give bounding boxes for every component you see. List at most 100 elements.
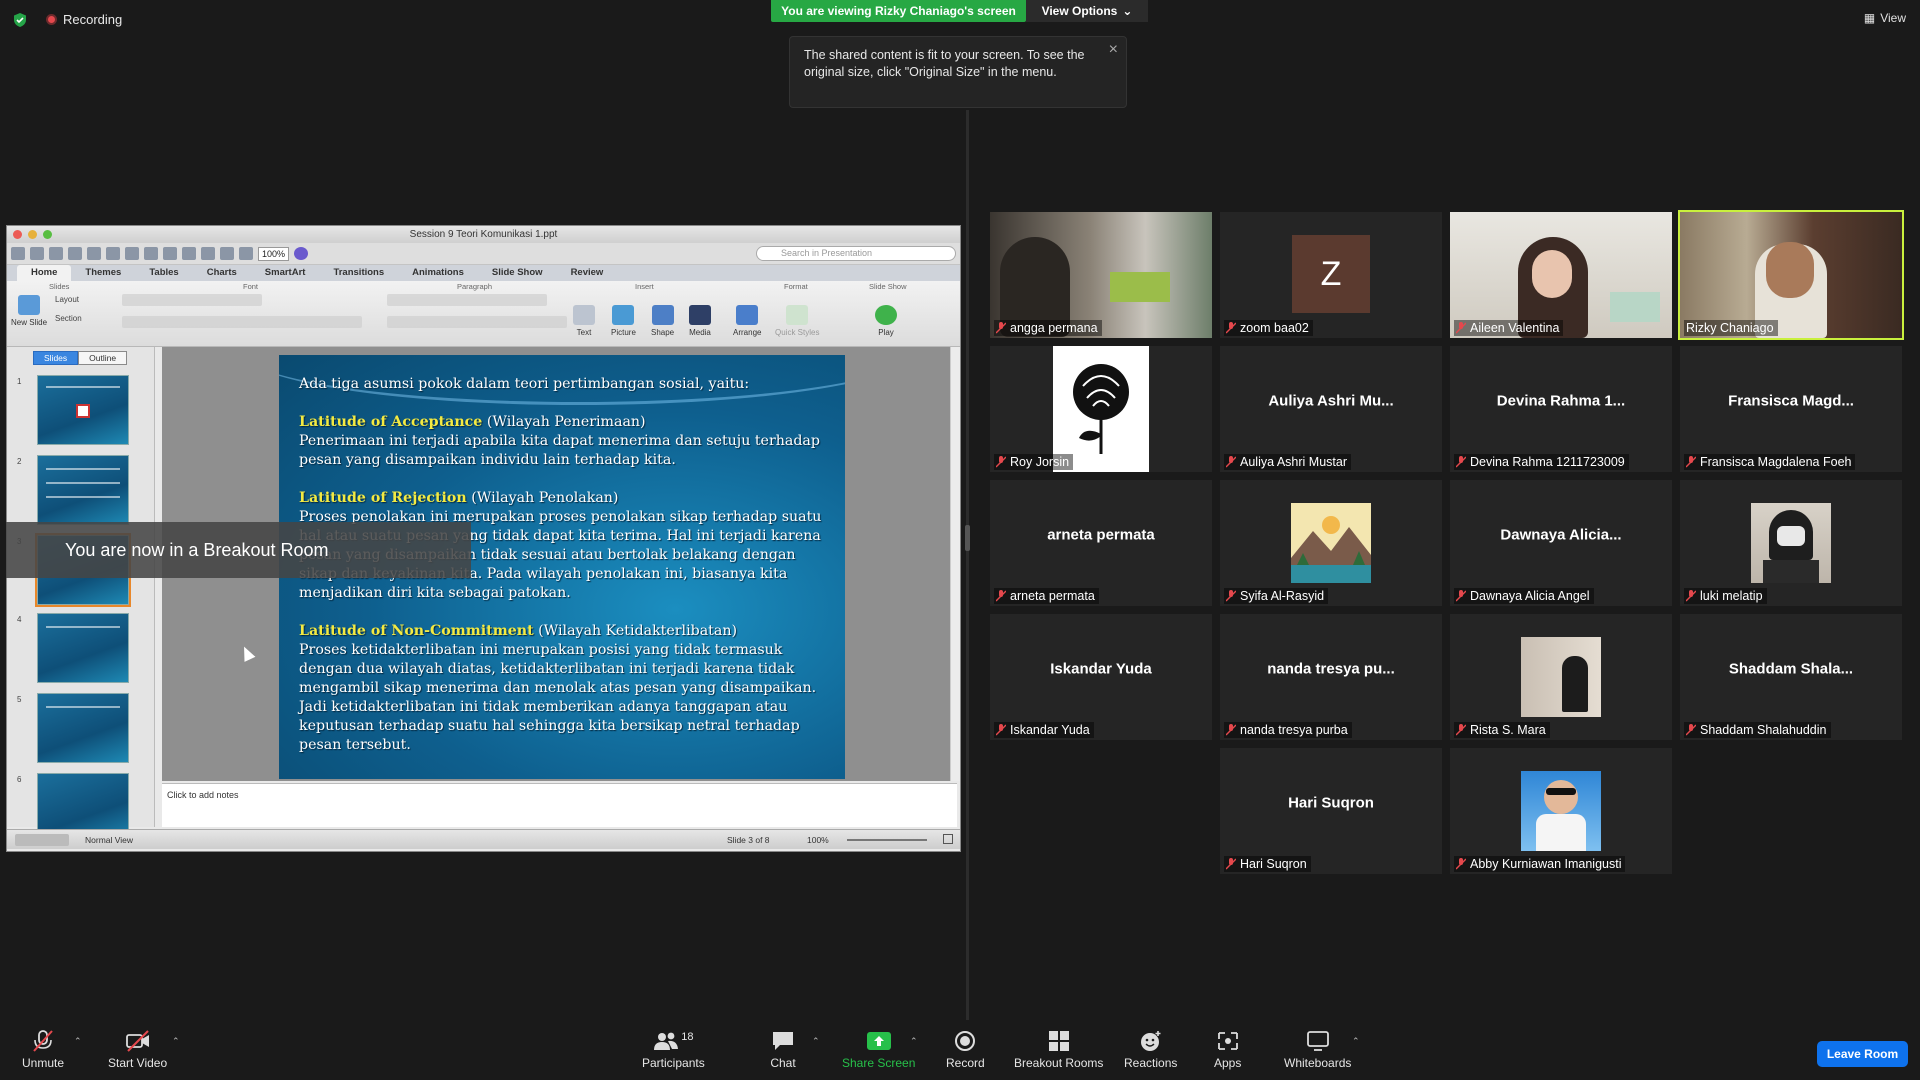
save-icon[interactable] [68, 247, 82, 260]
font-family-select[interactable] [122, 294, 262, 306]
format-painter-icon[interactable] [163, 247, 177, 260]
zoom-slider[interactable] [847, 839, 927, 841]
share-screen-button[interactable]: Share Screen [842, 1030, 915, 1070]
search-in-presentation-input[interactable]: Search in Presentation [756, 246, 956, 261]
paragraph-list-buttons[interactable] [387, 294, 547, 306]
paragraph-align-buttons[interactable] [387, 316, 567, 328]
gallery-icon[interactable] [30, 247, 44, 260]
slide-thumbnail[interactable] [37, 693, 129, 763]
view-options-button[interactable]: View Options ⌄ [1026, 0, 1148, 22]
security-shield-icon[interactable] [12, 12, 28, 28]
paste-icon[interactable] [144, 247, 158, 260]
participant-tile[interactable]: Dawnaya Alicia... Dawnaya Alicia Angel [1450, 480, 1672, 606]
participant-tile[interactable]: angga permana [990, 212, 1212, 338]
chat-options-caret-icon[interactable]: ⌃ [812, 1036, 820, 1047]
insert-picture-button[interactable]: Picture [611, 305, 636, 337]
chat-label: Chat [770, 1056, 796, 1070]
copy-icon[interactable] [125, 247, 139, 260]
insert-text-button[interactable]: Text [573, 305, 595, 337]
quick-styles-button[interactable]: Quick Styles [775, 305, 819, 337]
print-icon[interactable] [87, 247, 101, 260]
participant-tile-active-speaker[interactable]: Rizky Chaniago [1678, 210, 1904, 340]
tab-slide-show[interactable]: Slide Show [478, 265, 557, 281]
share-options-caret-icon[interactable]: ⌃ [910, 1036, 918, 1047]
insert-shape-button[interactable]: Shape [651, 305, 674, 337]
zoom-select[interactable]: 100% [258, 246, 290, 261]
participant-name-label: angga permana [994, 320, 1102, 336]
tab-tables[interactable]: Tables [135, 265, 192, 281]
pane-tab-outline[interactable]: Outline [78, 351, 128, 365]
fit-window-icon[interactable] [943, 834, 953, 844]
split-divider[interactable] [966, 110, 969, 1030]
tab-transitions[interactable]: Transitions [319, 265, 398, 281]
chat-button[interactable]: Chat [770, 1030, 796, 1070]
media-browser-icon[interactable] [239, 247, 253, 260]
tab-smartart[interactable]: SmartArt [251, 265, 320, 281]
whiteboards-button[interactable]: Whiteboards [1284, 1030, 1351, 1070]
new-slide-button[interactable]: New Slide [11, 295, 47, 327]
font-formatting-buttons[interactable] [122, 316, 362, 328]
layout-button[interactable]: Layout [55, 295, 79, 304]
tab-review[interactable]: Review [557, 265, 618, 281]
slide-thumbnail[interactable] [37, 613, 129, 683]
participant-tile[interactable]: Abby Kurniawan Imanigusti [1450, 748, 1672, 874]
apps-button[interactable]: Apps [1214, 1030, 1241, 1070]
open-icon[interactable] [49, 247, 63, 260]
record-button[interactable]: Record [946, 1030, 985, 1070]
participants-button[interactable]: 18 Participants [642, 1030, 705, 1070]
slide-scrollbar[interactable] [950, 347, 960, 781]
chevron-down-icon: ⌄ [1122, 4, 1133, 18]
participant-tile[interactable]: luki melatip [1680, 480, 1902, 606]
new-icon[interactable] [11, 247, 25, 260]
participant-tile[interactable]: Iskandar Yuda Iskandar Yuda [990, 614, 1212, 740]
participant-tile[interactable]: Devina Rahma 1... Devina Rahma 121172300… [1450, 346, 1672, 472]
redo-icon[interactable] [201, 247, 215, 260]
whiteboard-options-caret-icon[interactable]: ⌃ [1352, 1036, 1360, 1047]
divider-drag-handle[interactable] [965, 525, 970, 551]
cut-icon[interactable] [106, 247, 120, 260]
audio-options-caret-icon[interactable]: ⌃ [74, 1036, 82, 1047]
tab-charts[interactable]: Charts [193, 265, 251, 281]
sidebar-icon[interactable] [220, 247, 234, 260]
tab-animations[interactable]: Animations [398, 265, 478, 281]
reactions-button[interactable]: Reactions [1124, 1030, 1177, 1070]
play-button[interactable]: Play [875, 305, 897, 337]
participant-tile[interactable]: Z zoom baa02 [1220, 212, 1442, 338]
participant-name: luki melatip [1700, 589, 1763, 603]
view-switcher-buttons[interactable] [15, 834, 69, 846]
participant-tile[interactable]: Shaddam Shala... Shaddam Shalahuddin [1680, 614, 1902, 740]
section-button[interactable]: Section [55, 314, 82, 323]
recording-indicator[interactable]: Recording [46, 12, 122, 27]
sunglasses-icon [1546, 788, 1576, 795]
breakout-rooms-button[interactable]: Breakout Rooms [1014, 1030, 1103, 1070]
slide-thumbnail[interactable] [37, 455, 129, 525]
insert-media-button[interactable]: Media [689, 305, 711, 337]
video-options-caret-icon[interactable]: ⌃ [172, 1036, 180, 1047]
view-button[interactable]: ▦ View [1864, 11, 1906, 25]
help-icon[interactable] [294, 247, 309, 260]
participant-tile[interactable]: Hari Suqron Hari Suqron [1220, 748, 1442, 874]
participant-tile[interactable]: Fransisca Magd... Fransisca Magdalena Fo… [1680, 346, 1902, 472]
participant-tile[interactable]: arneta permata arneta permata [990, 480, 1212, 606]
participant-tile[interactable]: Auliya Ashri Mu... Auliya Ashri Mustar [1220, 346, 1442, 472]
participant-tile[interactable]: Roy Jorsin [990, 346, 1212, 472]
participant-name-label: Dawnaya Alicia Angel [1454, 588, 1594, 604]
participant-display-name: nanda tresya pu... [1267, 660, 1395, 678]
participant-tile[interactable]: Syifa Al-Rasyid [1220, 480, 1442, 606]
participant-tile[interactable]: Aileen Valentina [1450, 212, 1672, 338]
leave-room-button[interactable]: Leave Room [1817, 1041, 1908, 1067]
arrange-button[interactable]: Arrange [733, 305, 761, 337]
pane-tab-slides[interactable]: Slides [33, 351, 79, 365]
tab-home[interactable]: Home [17, 265, 72, 281]
undo-icon[interactable] [182, 247, 196, 260]
participant-tile[interactable]: Rista S. Mara [1450, 614, 1672, 740]
tab-themes[interactable]: Themes [71, 265, 135, 281]
slide-paragraph-noncommitment: Proses ketidakterlibatan ini merupakan p… [299, 642, 817, 753]
unmute-button[interactable]: Unmute [22, 1030, 64, 1070]
close-icon[interactable]: × [1109, 41, 1118, 58]
participant-tile[interactable]: nanda tresya pu... nanda tresya purba [1220, 614, 1442, 740]
notes-pane[interactable]: Click to add notes [162, 783, 957, 827]
slide-thumbnail[interactable] [37, 375, 129, 445]
start-video-button[interactable]: Start Video [108, 1030, 167, 1070]
insert-picture-label: Picture [611, 328, 636, 337]
